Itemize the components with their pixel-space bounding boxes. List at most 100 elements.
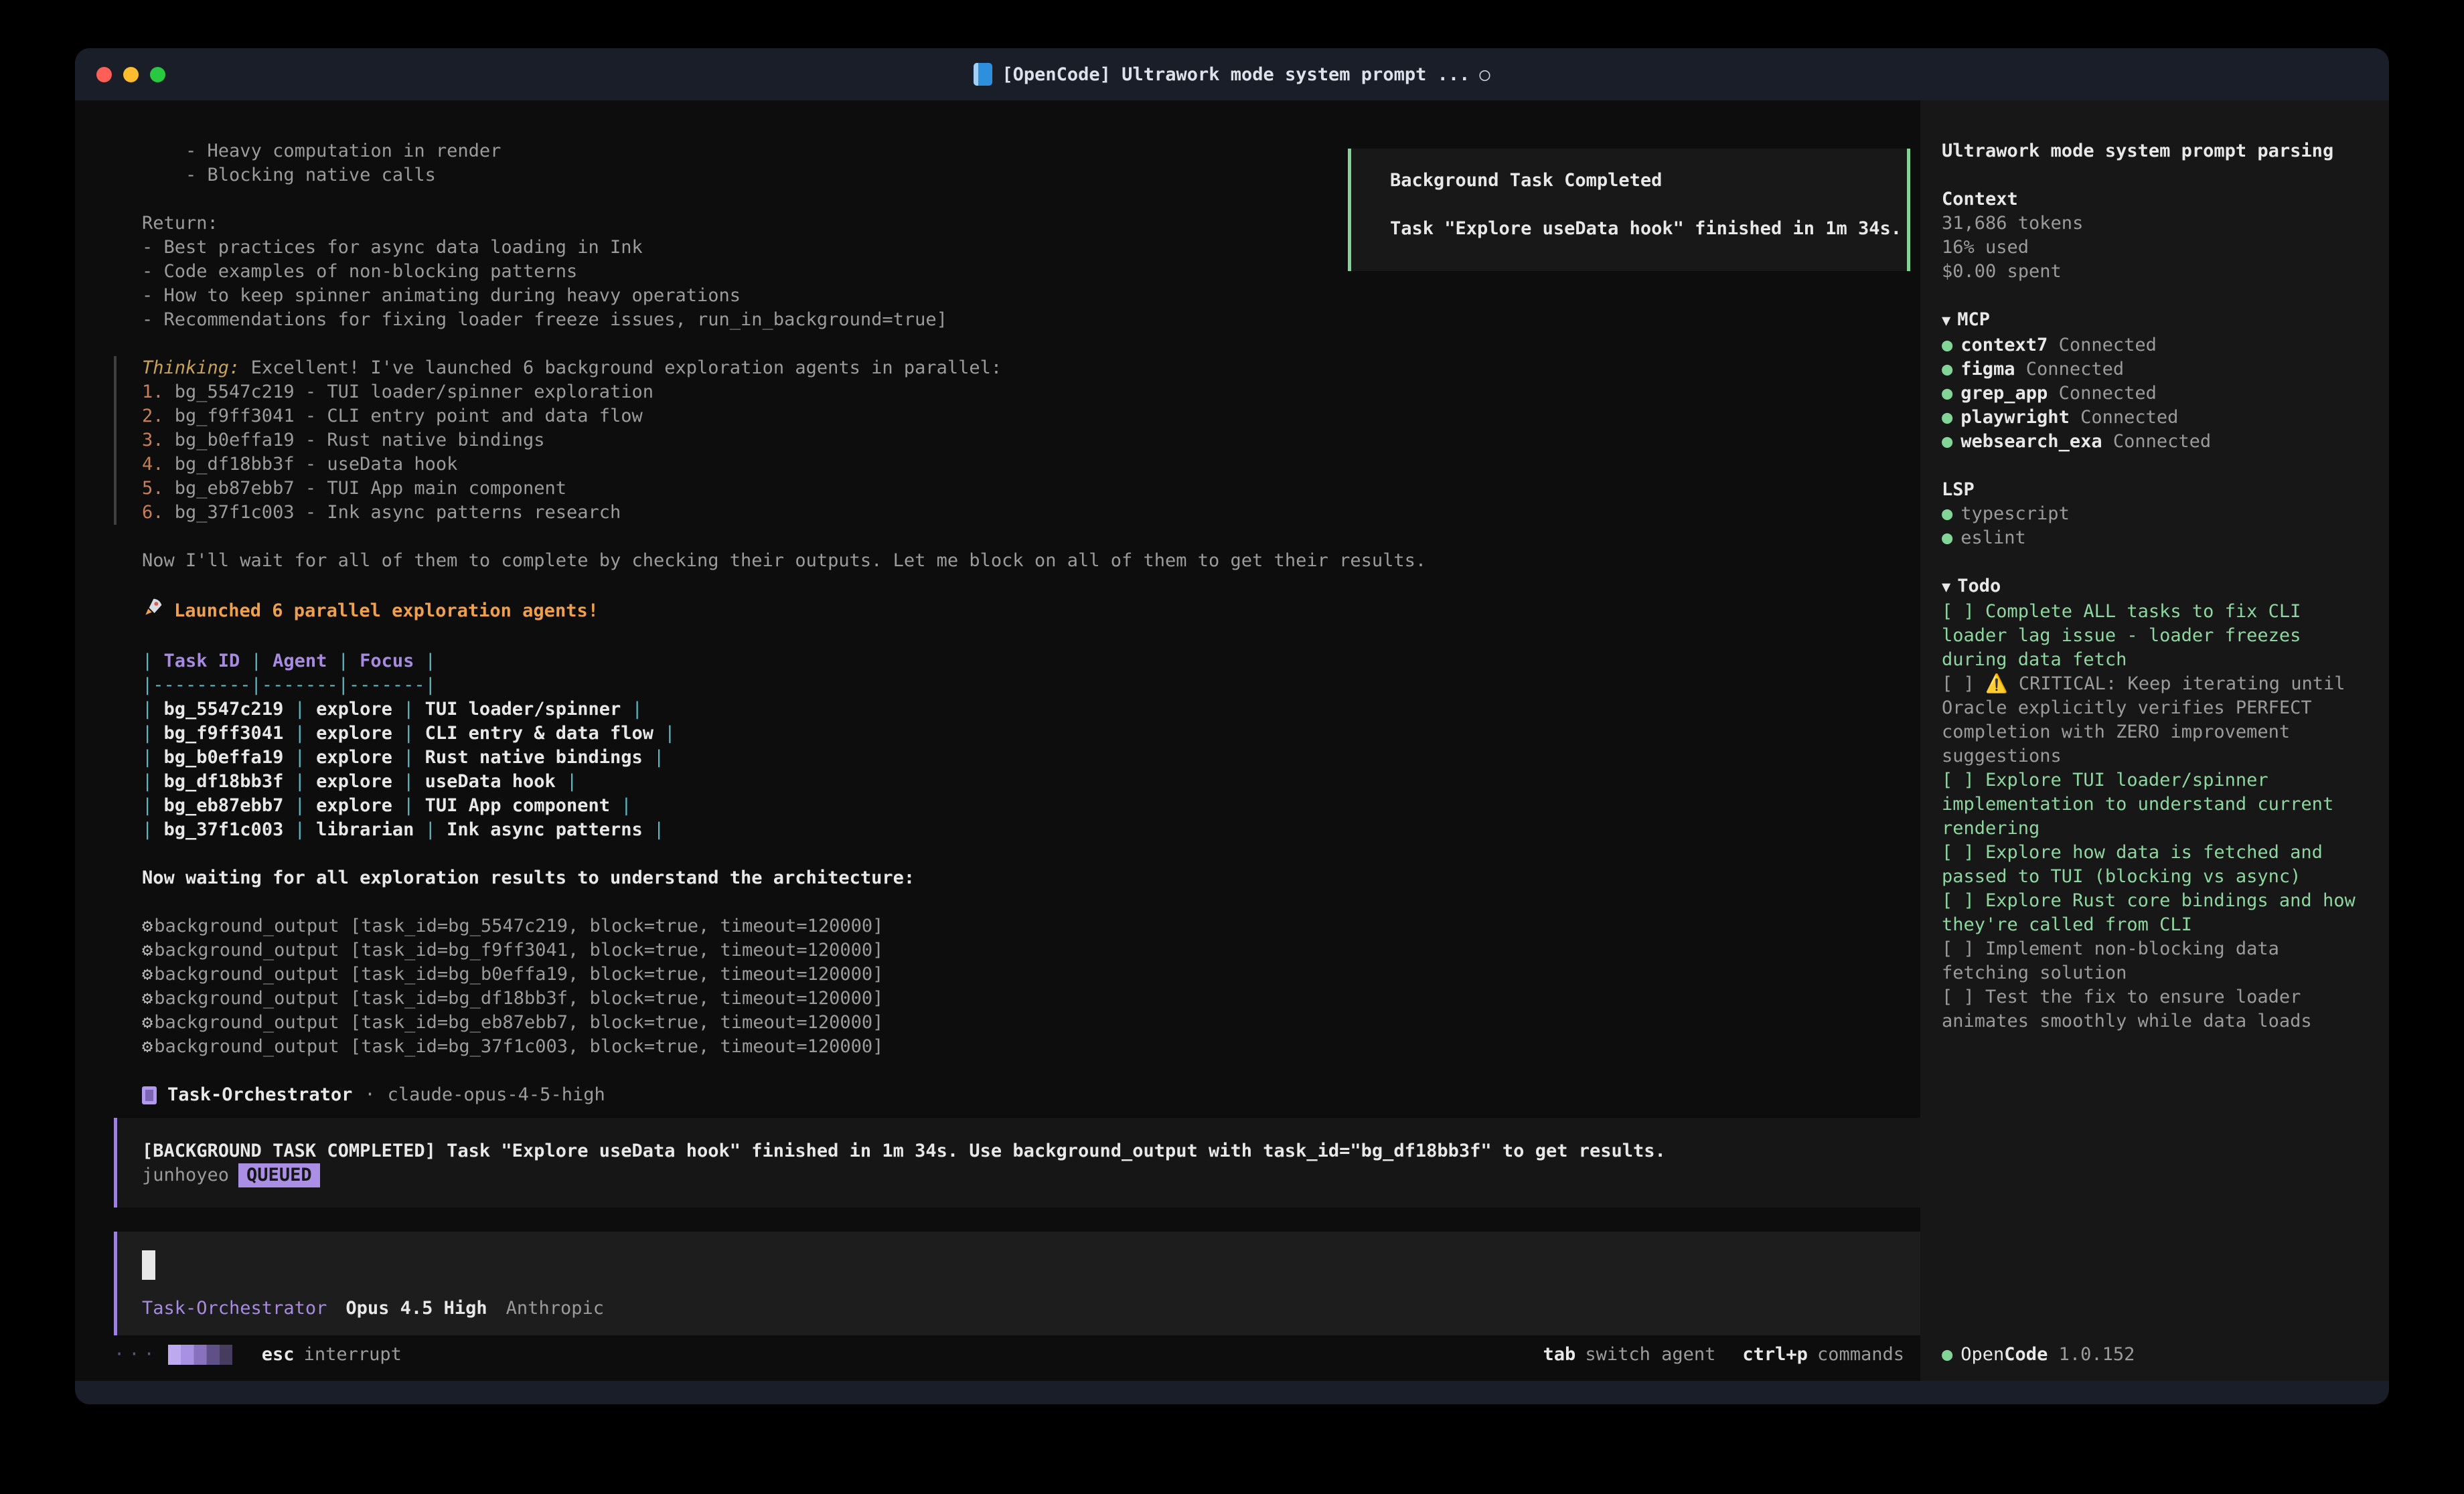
mcp-item: ●websearch_exaConnected bbox=[1942, 430, 2370, 454]
todo-heading[interactable]: ▼Todo bbox=[1942, 574, 2370, 600]
thinking-block: Thinking:Excellent! I've launched 6 back… bbox=[114, 356, 1920, 525]
focus-cell: CLI entry & data flow bbox=[425, 723, 653, 744]
table-pipe bbox=[142, 699, 153, 720]
tool-result-line: - Recommendations for fixing loader free… bbox=[114, 308, 1920, 332]
focus-cell: Rust native bindings bbox=[425, 747, 643, 768]
lsp-heading: LSP bbox=[1942, 478, 2370, 502]
focus-cell: TUI loader/spinner bbox=[425, 699, 621, 720]
status-dot-icon: ● bbox=[1942, 407, 1952, 428]
focus-cell: TUI App component bbox=[425, 795, 610, 816]
table-pipe bbox=[403, 771, 414, 792]
ctrlp-key-hint: ctrl+p bbox=[1742, 1343, 1808, 1367]
agent-list-item: 2. bg_f9ff3041 - CLI entry point and data… bbox=[142, 404, 1920, 428]
agent-cell: explore bbox=[316, 795, 392, 816]
table-pipe bbox=[295, 699, 305, 720]
list-number: 3. bbox=[142, 430, 164, 450]
queued-user: junhoyeo bbox=[142, 1163, 229, 1187]
agent-cell: explore bbox=[316, 771, 392, 792]
lsp-item: ●typescript bbox=[1942, 502, 2370, 526]
launch-banner: Launched 6 parallel exploration agents! bbox=[114, 597, 1920, 625]
table-pipe bbox=[295, 795, 305, 816]
mcp-server-status: Connected bbox=[2080, 407, 2178, 428]
transcript-pane[interactable]: - Heavy computation in render - Blocking… bbox=[75, 100, 1920, 1381]
context-stat-line: 31,686 tokens bbox=[1942, 212, 2370, 236]
tool-name: background_output bbox=[154, 940, 339, 961]
todo-item: [ ] Explore TUI loader/spinner implement… bbox=[1942, 768, 2370, 841]
agent-description: bg_f9ff3041 - CLI entry point and data f… bbox=[175, 406, 643, 426]
chat-transcript: - Heavy computation in render - Blocking… bbox=[75, 100, 1920, 1335]
mcp-item: ●context7Connected bbox=[1942, 333, 2370, 357]
thinking-label: Thinking: bbox=[142, 357, 240, 378]
tool-call-line: ⚙background_output[task_id=bg_f9ff3041, … bbox=[114, 938, 1920, 963]
tool-args: [task_id=bg_5547c219, block=true, timeou… bbox=[350, 916, 884, 936]
task-id-cell: bg_5547c219 bbox=[164, 699, 284, 720]
context-heading: Context bbox=[1942, 187, 2370, 212]
window-bottom-chrome bbox=[75, 1381, 2389, 1404]
agent-list-item: 6.bg_37f1c003 - Ink async patterns resea… bbox=[142, 501, 1920, 525]
table-pipe bbox=[295, 819, 305, 840]
task-id-cell: bg_df18bb3f bbox=[164, 771, 284, 792]
status-dot-icon: ● bbox=[1942, 1344, 1952, 1365]
mcp-server-status: Connected bbox=[2026, 359, 2124, 380]
window-title: [OpenCode] Ultrawork mode system prompt … bbox=[974, 63, 1490, 86]
input-provider-name: Anthropic bbox=[506, 1297, 604, 1321]
status-dot-icon: ● bbox=[1942, 503, 1952, 524]
titlebar[interactable]: [OpenCode] Ultrawork mode system prompt … bbox=[75, 48, 2389, 100]
tool-call-line: ⚙background_output[task_id=bg_5547c219, … bbox=[114, 914, 1920, 938]
document-icon bbox=[974, 63, 992, 86]
status-dot-icon: ● bbox=[1942, 383, 1952, 404]
table-pipe bbox=[295, 723, 305, 744]
spinner-dots: ··· bbox=[114, 1343, 159, 1367]
input-agent-name[interactable]: Task-Orchestrator bbox=[142, 1297, 327, 1321]
window-title-text: [OpenCode] Ultrawork mode system prompt … bbox=[1002, 64, 1470, 85]
agent-list-item: 1.bg_5547c219 - TUI loader/spinner explo… bbox=[142, 380, 1920, 404]
tab-key-hint: tab bbox=[1543, 1343, 1576, 1367]
table-pipe bbox=[403, 747, 414, 768]
mcp-heading[interactable]: ▼MCP bbox=[1942, 308, 2370, 333]
agent-description: bg_eb87ebb7 - TUI App main component bbox=[175, 478, 566, 499]
table-pipe bbox=[403, 699, 414, 720]
tool-name: background_output bbox=[154, 1036, 339, 1057]
mcp-item: ●grep_appConnected bbox=[1942, 382, 2370, 406]
tool-call-block: ⚙background_output[task_id=bg_5547c219, … bbox=[114, 914, 1920, 1059]
gear-icon: ⚙ bbox=[142, 916, 153, 936]
gear-icon: ⚙ bbox=[142, 1036, 153, 1057]
todo-item: [ ] Explore Rust core bindings and how t… bbox=[1942, 889, 2370, 937]
table-pipe bbox=[566, 771, 577, 792]
prompt-input[interactable]: Task-Orchestrator Opus 4.5 High Anthropi… bbox=[114, 1232, 1920, 1335]
table-pipe bbox=[142, 795, 153, 816]
status-dot-icon: ● bbox=[1942, 431, 1952, 452]
mcp-server-name: websearch_exa bbox=[1960, 431, 2102, 452]
close-button[interactable] bbox=[96, 67, 112, 82]
tool-call-line: ⚙background_output[task_id=bg_b0effa19, … bbox=[114, 963, 1920, 987]
table-row: bg_f9ff3041exploreCLI entry & data flow bbox=[114, 722, 1920, 746]
table-row: bg_b0effa19exploreRust native bindings bbox=[114, 746, 1920, 770]
todo-list: [ ] Complete ALL tasks to fix CLI loader… bbox=[1942, 600, 2370, 1033]
maximize-button[interactable] bbox=[150, 67, 165, 82]
mcp-list: ● context7 Connected ● figma Connected●grep_a… bbox=[1942, 333, 2370, 454]
table-pipe bbox=[621, 795, 631, 816]
table-pipe bbox=[142, 651, 153, 671]
traffic-lights bbox=[96, 48, 165, 100]
todo-item: [ ] Implement non-blocking data fetching… bbox=[1942, 937, 2370, 985]
table-pipe bbox=[653, 747, 664, 768]
mcp-server-name: context7 bbox=[1960, 335, 2048, 355]
notification-toast[interactable]: Background Task Completed Task "Explore … bbox=[1348, 149, 1910, 271]
table-pipe bbox=[632, 699, 643, 720]
status-dot-icon: ● bbox=[1942, 335, 1952, 355]
opencode-window: [OpenCode] Ultrawork mode system prompt … bbox=[75, 48, 2389, 1404]
minimize-button[interactable] bbox=[123, 67, 139, 82]
table-pipe bbox=[338, 651, 349, 671]
collapse-triangle-icon: ▼ bbox=[1942, 579, 1950, 596]
table-pipe bbox=[664, 723, 675, 744]
notification-body: Task "Explore useData hook" finished in … bbox=[1390, 217, 1907, 241]
mcp-server-name: figma bbox=[1960, 359, 2015, 380]
list-number: 2. bbox=[142, 406, 164, 426]
agent-description: bg_37f1c003 - Ink async patterns researc… bbox=[175, 502, 621, 523]
todo-item: [ ] Test the fix to ensure loader animat… bbox=[1942, 985, 2370, 1033]
table-pipe bbox=[403, 723, 414, 744]
table-header-row: Task IDAgentFocus bbox=[114, 649, 1920, 673]
input-model-name[interactable]: Opus 4.5 High bbox=[345, 1297, 487, 1321]
table-row: bg_eb87ebb7exploreTUI App component bbox=[114, 794, 1920, 818]
tool-call-line: ⚙background_output[task_id=bg_eb87ebb7, … bbox=[114, 1011, 1920, 1035]
